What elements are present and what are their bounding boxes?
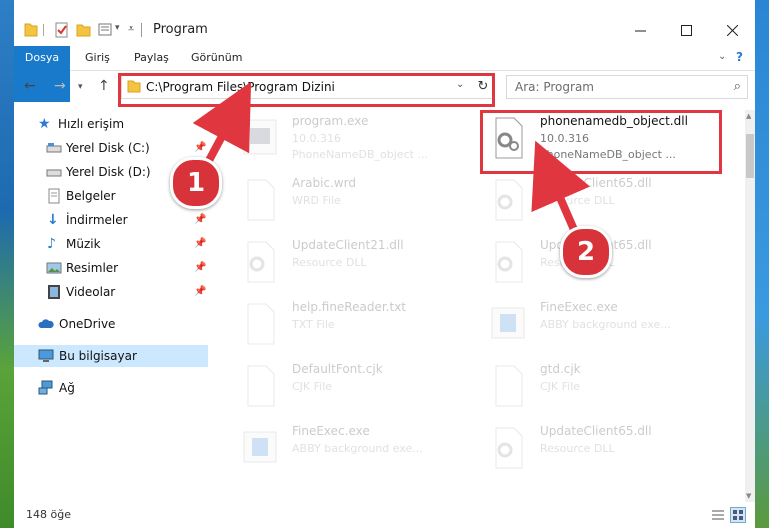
annotation-arrows (192, 81, 591, 235)
callout-1: 1 (170, 157, 222, 209)
arrow-2 (531, 140, 591, 234)
callout-2: 2 (560, 226, 612, 278)
